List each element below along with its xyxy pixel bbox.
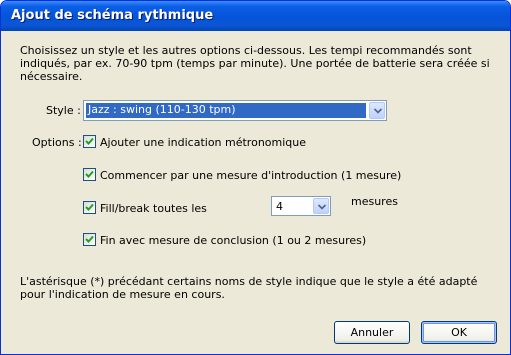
intro-text: Choisissez un style et les autres option… xyxy=(20,44,490,83)
title-bar[interactable]: Ajout de schéma rythmique xyxy=(1,1,510,31)
style-dropdown[interactable]: Jazz : swing (110-130 tpm) xyxy=(83,100,387,121)
intro-measure-label[interactable]: Commencer par une mesure d'introduction … xyxy=(100,169,401,182)
footnote-text: L'astérisque (*) précédant certains noms… xyxy=(20,275,478,301)
cancel-button[interactable]: Annuler xyxy=(334,321,410,344)
fill-break-checkbox[interactable] xyxy=(83,201,96,214)
dialog-window: Ajout de schéma rythmique Choisissez un … xyxy=(0,0,511,355)
metronome-checkbox[interactable] xyxy=(83,135,96,148)
ok-button[interactable]: OK xyxy=(421,321,497,344)
options-label: Options : xyxy=(32,136,82,149)
fill-break-dropdown-button[interactable] xyxy=(313,198,329,214)
style-label: Style : xyxy=(46,104,81,117)
style-selected-value: Jazz : swing (110-130 tpm) xyxy=(86,103,366,118)
checkmark-icon xyxy=(85,203,94,211)
fill-break-measures-dropdown[interactable]: 4 xyxy=(271,196,331,216)
checkmark-icon xyxy=(85,235,94,243)
checkmark-icon xyxy=(85,137,94,145)
dialog-title: Ajout de schéma rythmique xyxy=(11,8,214,23)
style-dropdown-button[interactable] xyxy=(369,102,385,119)
conclusion-checkbox[interactable] xyxy=(83,233,96,246)
fill-break-label[interactable]: Fill/break toutes les xyxy=(100,202,207,215)
fill-break-value: 4 xyxy=(276,200,283,213)
checkmark-icon xyxy=(85,170,94,178)
conclusion-label[interactable]: Fin avec mesure de conclusion (1 ou 2 me… xyxy=(100,234,366,247)
intro-measure-checkbox[interactable] xyxy=(83,168,96,181)
metronome-label[interactable]: Ajouter une indication métronomique xyxy=(100,136,306,149)
chevron-down-icon xyxy=(318,204,326,210)
chevron-down-icon xyxy=(374,108,382,114)
measures-unit-label: mesures xyxy=(351,195,398,208)
